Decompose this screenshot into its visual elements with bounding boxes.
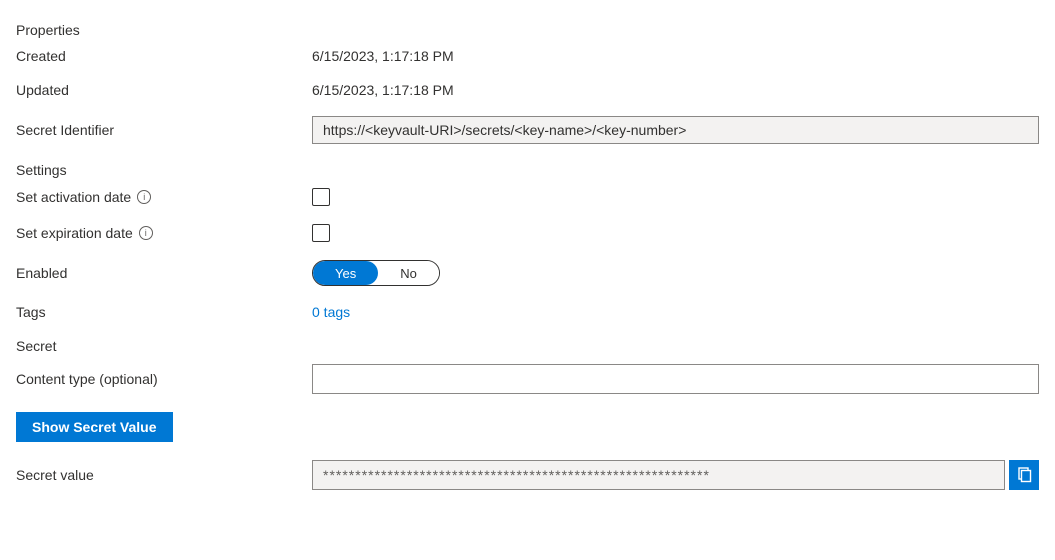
tags-row: Tags 0 tags (16, 304, 1039, 320)
expiration-date-label: Set expiration date (16, 225, 133, 241)
secret-header: Secret (16, 338, 1039, 354)
created-label: Created (16, 48, 312, 64)
show-secret-value-button[interactable]: Show Secret Value (16, 412, 173, 442)
copy-icon (1016, 467, 1032, 483)
content-type-row: Content type (optional) (16, 364, 1039, 394)
content-type-input[interactable] (312, 364, 1039, 394)
enabled-yes[interactable]: Yes (313, 261, 378, 285)
updated-label: Updated (16, 82, 312, 98)
updated-value: 6/15/2023, 1:17:18 PM (312, 82, 1039, 98)
tags-link[interactable]: 0 tags (312, 304, 350, 320)
secret-identifier-label: Secret Identifier (16, 122, 312, 138)
secret-value-input[interactable] (312, 460, 1005, 490)
activation-date-checkbox[interactable] (312, 188, 330, 206)
secret-value-label: Secret value (16, 467, 312, 483)
activation-date-label: Set activation date (16, 189, 131, 205)
expiration-date-row: Set expiration date i (16, 224, 1039, 242)
secret-value-row: Secret value (16, 460, 1039, 490)
expiration-date-checkbox[interactable] (312, 224, 330, 242)
enabled-no[interactable]: No (378, 261, 439, 285)
copy-button[interactable] (1009, 460, 1039, 490)
secret-identifier-value[interactable]: https://<keyvault-URI>/secrets/<key-name… (312, 116, 1039, 144)
enabled-toggle[interactable]: Yes No (312, 260, 440, 286)
created-value: 6/15/2023, 1:17:18 PM (312, 48, 1039, 64)
tags-label: Tags (16, 304, 312, 320)
enabled-label: Enabled (16, 265, 312, 281)
properties-header: Properties (16, 22, 1039, 38)
created-row: Created 6/15/2023, 1:17:18 PM (16, 48, 1039, 64)
activation-date-row: Set activation date i (16, 188, 1039, 206)
enabled-row: Enabled Yes No (16, 260, 1039, 286)
updated-row: Updated 6/15/2023, 1:17:18 PM (16, 82, 1039, 98)
settings-header: Settings (16, 162, 1039, 178)
content-type-label: Content type (optional) (16, 371, 312, 387)
info-icon[interactable]: i (137, 190, 151, 204)
secret-identifier-row: Secret Identifier https://<keyvault-URI>… (16, 116, 1039, 144)
info-icon[interactable]: i (139, 226, 153, 240)
